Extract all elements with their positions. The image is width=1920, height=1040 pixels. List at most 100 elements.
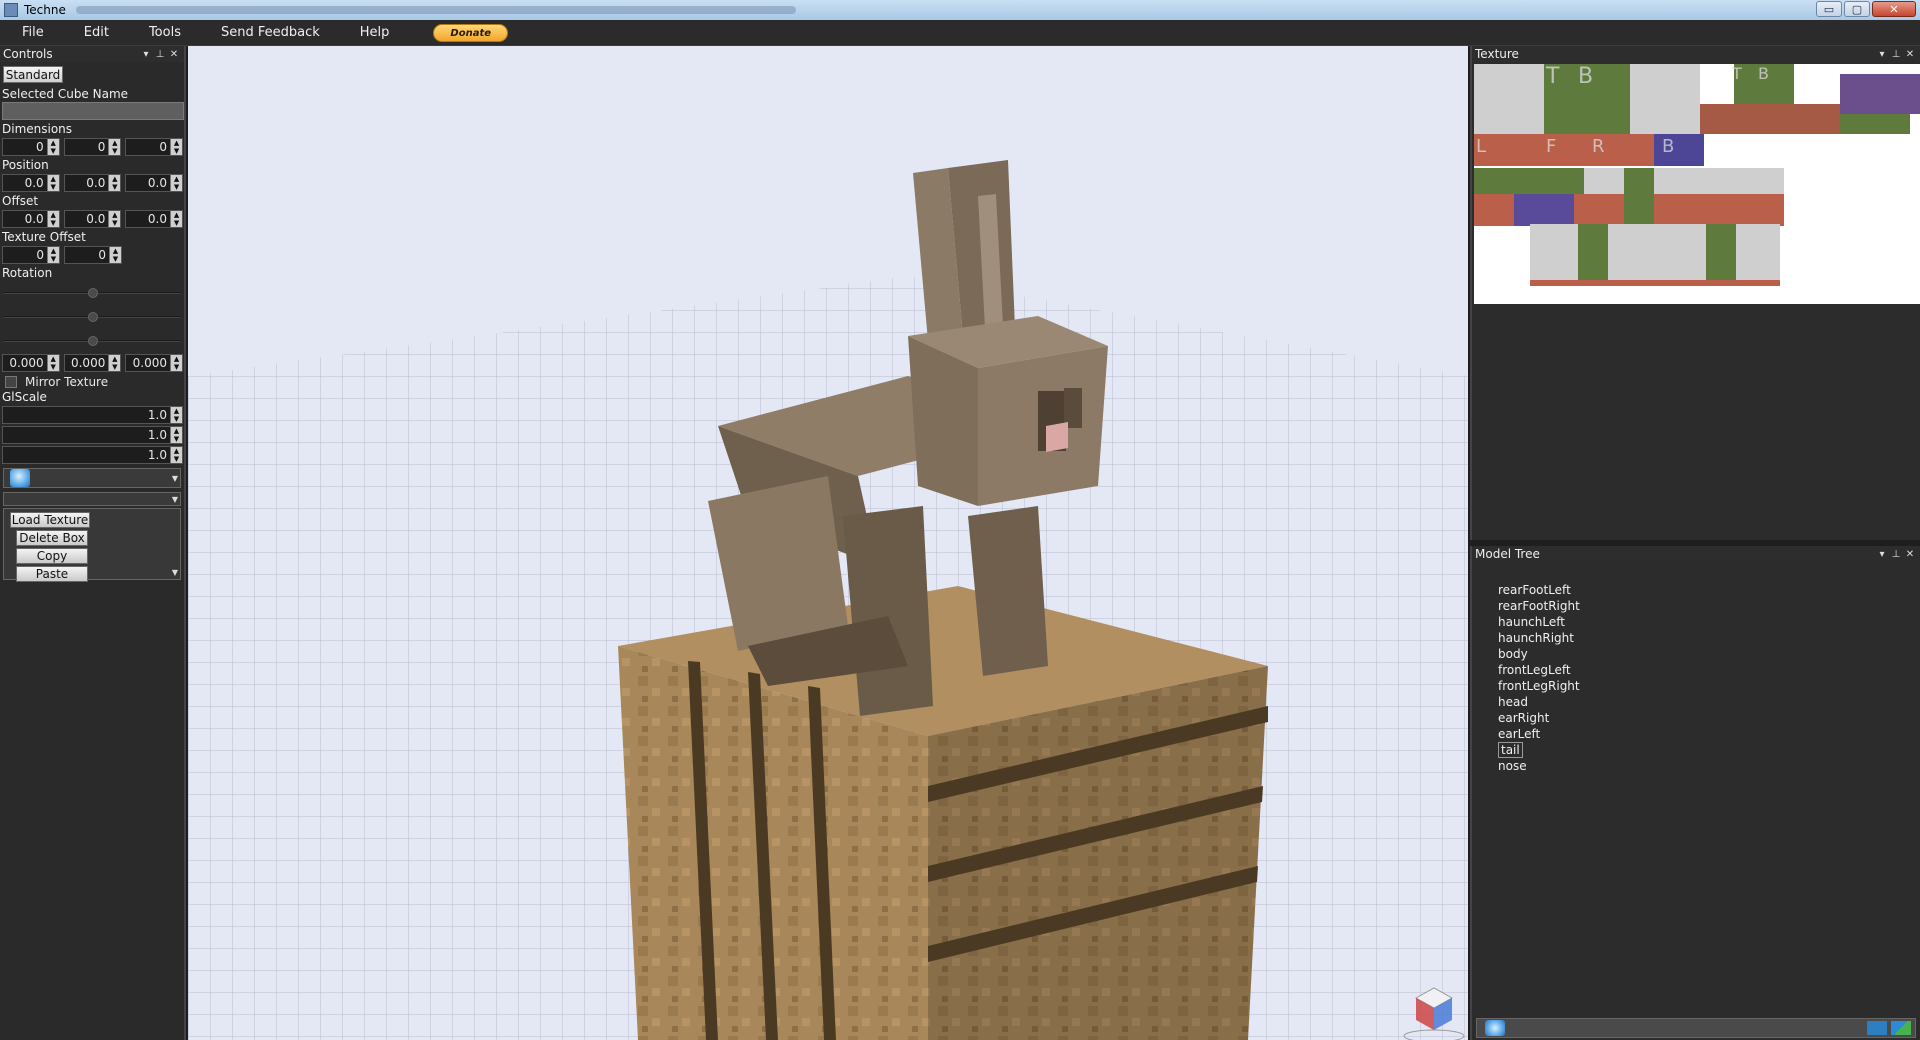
minimize-button[interactable]: ▭	[1816, 1, 1842, 17]
rotation-y-stepper[interactable]: 0.000 ▲ ▼	[63, 354, 122, 372]
offset-z-stepper[interactable]: 0.0 ▲ ▼	[125, 210, 184, 228]
position-label: Position	[2, 158, 49, 172]
dropdown-arrow-icon[interactable]: ▾	[139, 49, 153, 60]
texture-offset-label: Texture Offset	[2, 230, 86, 244]
controls-header: Controls ▾ ⊥ ✕	[0, 46, 184, 62]
maximize-button[interactable]: ▢	[1844, 1, 1870, 17]
actions-toolbar: Load Texture Delete Box Copy Paste ▼	[3, 508, 181, 582]
donate-button[interactable]: Donate	[433, 23, 509, 42]
model-tree-toolbar	[1476, 1018, 1916, 1038]
controls-panel: Controls ▾ ⊥ ✕ Standard Selected Cube Na…	[0, 46, 186, 1040]
load-texture-button[interactable]: Load Texture	[10, 512, 90, 528]
delete-box-button[interactable]: Delete Box	[16, 530, 88, 546]
add-cube-icon[interactable]	[1891, 1021, 1911, 1035]
texture-header: Texture ▾ ⊥ ✕	[1472, 46, 1920, 62]
dimension-y-stepper[interactable]: 0 ▲ ▼	[63, 138, 122, 156]
menu-send-feedback[interactable]: Send Feedback	[201, 20, 340, 46]
3d-viewport[interactable]	[188, 46, 1468, 1040]
tree-item-body[interactable]: body	[1498, 646, 1920, 662]
wooden-crate	[618, 586, 1268, 1040]
position-x-stepper[interactable]: 0.0 ▲ ▼	[2, 174, 60, 192]
selected-cube-label: Selected Cube Name	[2, 87, 129, 101]
glscale-y-stepper[interactable]: 1.0 ▲ ▼	[2, 426, 183, 444]
app-icon	[4, 3, 18, 17]
controls-title: Controls	[3, 47, 53, 61]
pin-icon[interactable]: ⊥	[1889, 49, 1903, 60]
tree-item-rearfootright[interactable]: rearFootRight	[1498, 598, 1920, 614]
dropdown-arrow-icon[interactable]: ▾	[1875, 549, 1889, 560]
mirror-texture-label: Mirror Texture	[25, 375, 109, 389]
texture-letter-bottom: B	[1578, 64, 1594, 89]
texture-map-image[interactable]: T B T B L F R B	[1474, 64, 1920, 304]
tree-item-nose[interactable]: nose	[1498, 758, 1920, 774]
shape-type-combo[interactable]: ▼	[3, 468, 181, 488]
close-icon[interactable]: ✕	[167, 49, 181, 60]
glscale-x-stepper[interactable]: 1.0 ▲ ▼	[2, 406, 183, 424]
tree-item-earright[interactable]: earRight	[1498, 710, 1920, 726]
cube-shape-icon	[10, 469, 30, 487]
title-bar: Techne ▭ ▢ ✕	[0, 0, 1920, 20]
dropdown-arrow-icon[interactable]: ▾	[1875, 49, 1889, 60]
texture-letter-top-2: T	[1732, 64, 1742, 83]
tree-item-tail[interactable]: tail	[1498, 742, 1920, 758]
texture-letter-left: L	[1476, 136, 1487, 157]
rotation-x-slider[interactable]	[1, 281, 183, 305]
texture-letter-top: T	[1546, 64, 1560, 89]
paste-button[interactable]: Paste	[16, 566, 88, 582]
secondary-combo[interactable]: ▼	[3, 492, 181, 506]
tree-item-frontlegright[interactable]: frontLegRight	[1498, 678, 1920, 694]
model-tree-panel: Model Tree ▾ ⊥ ✕ rearFootLeft rearFootRi…	[1470, 546, 1920, 1040]
dimensions-label: Dimensions	[2, 122, 73, 136]
texture-letter-bottom-2: B	[1758, 64, 1769, 83]
rotation-label: Rotation	[2, 266, 53, 280]
add-folder-icon[interactable]	[1867, 1021, 1887, 1035]
menu-help[interactable]: Help	[340, 20, 410, 46]
offset-y-stepper[interactable]: 0.0 ▲ ▼	[63, 210, 122, 228]
texture-letter-back: B	[1662, 136, 1675, 157]
texture-offset-u-stepper[interactable]: 0 ▲ ▼	[2, 246, 60, 264]
chevron-down-icon: ▼	[171, 568, 178, 577]
chevron-down-icon: ▼	[171, 494, 178, 504]
cube-shape-icon[interactable]	[1485, 1020, 1505, 1036]
texture-title: Texture	[1475, 47, 1519, 61]
window-title: Techne	[24, 3, 66, 17]
model-tree-title: Model Tree	[1475, 547, 1540, 561]
menu-tools[interactable]: Tools	[129, 20, 201, 46]
close-window-button[interactable]: ✕	[1872, 1, 1916, 17]
position-y-stepper[interactable]: 0.0 ▲ ▼	[63, 174, 122, 192]
pin-icon[interactable]: ⊥	[153, 49, 167, 60]
tree-item-haunchright[interactable]: haunchRight	[1498, 630, 1920, 646]
pin-icon[interactable]: ⊥	[1889, 549, 1903, 560]
glscale-label: GlScale	[2, 390, 47, 404]
mirror-texture-checkbox[interactable]	[5, 376, 17, 388]
copy-button[interactable]: Copy	[16, 548, 88, 564]
standard-button[interactable]: Standard	[3, 66, 63, 83]
texture-panel: Texture ▾ ⊥ ✕ T B T B L F R B	[1470, 46, 1920, 540]
offset-x-stepper[interactable]: 0.0 ▲ ▼	[2, 210, 60, 228]
rotation-x-stepper[interactable]: 0.000 ▲ ▼	[2, 354, 60, 372]
glscale-z-stepper[interactable]: 1.0 ▲ ▼	[2, 446, 183, 464]
model-tree-list: rearFootLeft rearFootRight haunchLeft ha…	[1472, 562, 1920, 774]
close-icon[interactable]: ✕	[1903, 549, 1917, 560]
tree-item-earleft[interactable]: earLeft	[1498, 726, 1920, 742]
rotation-z-slider[interactable]	[1, 329, 183, 353]
tree-item-rearfootleft[interactable]: rearFootLeft	[1498, 582, 1920, 598]
dimension-x-stepper[interactable]: 0 ▲ ▼	[2, 138, 60, 156]
viewport-scene	[188, 46, 1468, 1040]
texture-offset-v-stepper[interactable]: 0 ▲ ▼	[64, 246, 122, 264]
position-z-stepper[interactable]: 0.0 ▲ ▼	[125, 174, 184, 192]
rotation-y-slider[interactable]	[1, 305, 183, 329]
tree-item-head[interactable]: head	[1498, 694, 1920, 710]
menu-edit[interactable]: Edit	[64, 20, 129, 46]
tree-item-frontlegleft[interactable]: frontLegLeft	[1498, 662, 1920, 678]
offset-label: Offset	[2, 194, 39, 208]
dimension-z-stepper[interactable]: 0 ▲ ▼	[125, 138, 184, 156]
rotation-z-stepper[interactable]: 0.000 ▲ ▼	[125, 354, 184, 372]
menu-file[interactable]: File	[0, 20, 64, 46]
texture-letter-right: R	[1592, 136, 1605, 157]
close-icon[interactable]: ✕	[1903, 49, 1917, 60]
texture-letter-front: F	[1546, 136, 1557, 157]
menu-bar: File Edit Tools Send Feedback Help Donat…	[0, 20, 1920, 46]
tree-item-haunchleft[interactable]: haunchLeft	[1498, 614, 1920, 630]
selected-cube-name-field[interactable]	[2, 102, 184, 120]
